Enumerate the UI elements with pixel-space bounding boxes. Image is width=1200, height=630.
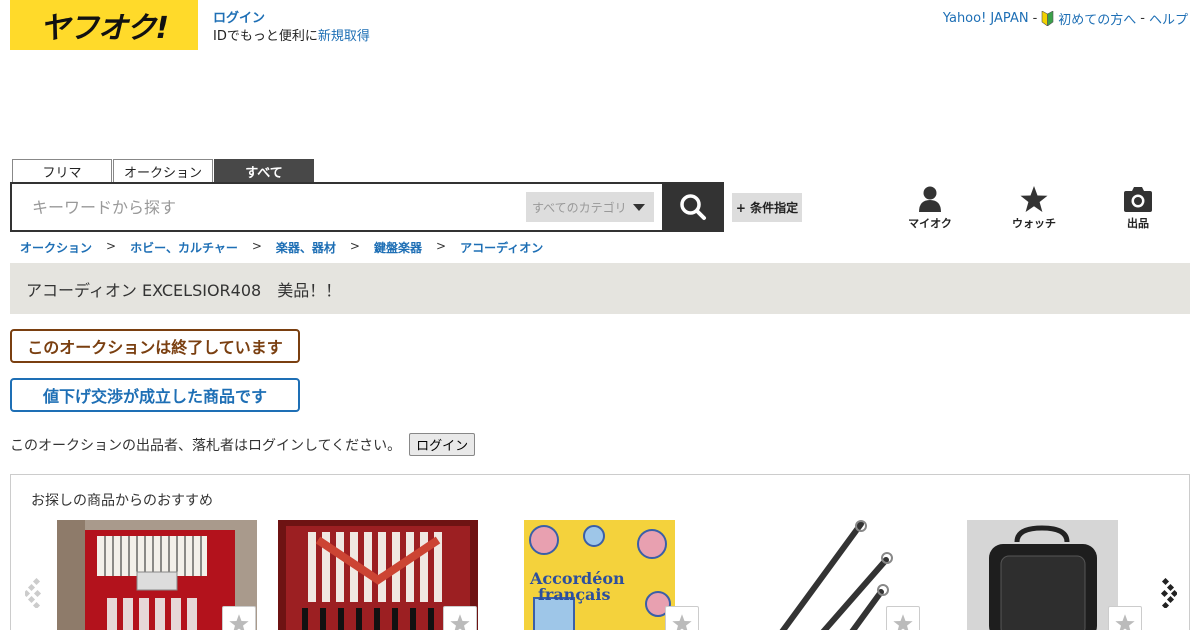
watch-link[interactable]: ウォッチ	[1004, 186, 1064, 231]
search-box: すべてのカテゴリ	[10, 182, 662, 232]
recommendation-item-5[interactable]	[967, 520, 1118, 630]
watch-button[interactable]	[665, 606, 699, 630]
item-title-bar: アコーディオン EXCELSIOR408 美品！！	[10, 263, 1190, 314]
tab-all[interactable]: すべて	[214, 159, 314, 183]
yahoo-japan-link[interactable]: Yahoo! JAPAN	[943, 11, 1029, 26]
yafuoku-logo[interactable]: ヤフオク!	[10, 0, 198, 50]
book-title-line2: français	[538, 585, 611, 604]
accordion-bag-image	[967, 520, 1118, 630]
carousel-prev-icon[interactable]	[25, 578, 47, 608]
my-auction-label: マイオク	[908, 217, 952, 230]
beginner-mark-icon	[1041, 10, 1054, 27]
breadcrumb-instruments[interactable]: 楽器、器材	[276, 239, 336, 256]
breadcrumb-hobby[interactable]: ホビー、カルチャー	[130, 239, 238, 256]
camera-icon	[1124, 187, 1152, 212]
help-link[interactable]: ヘルプ	[1149, 9, 1188, 28]
tab-auction[interactable]: オークション	[113, 159, 213, 183]
chevron-down-icon	[632, 203, 645, 211]
search-icon	[680, 194, 706, 220]
recommendations-title: お探しの商品からのおすすめ	[31, 493, 213, 509]
breadcrumb-separator: >	[106, 239, 117, 253]
login-box: ログイン IDでもっと便利に新規取得	[213, 10, 370, 46]
login-note-text: このオークションの出品者、落札者はログインしてください。	[10, 437, 402, 454]
nav-separator: -	[1140, 11, 1145, 26]
breadcrumb-accordion[interactable]: アコーディオン	[460, 239, 543, 256]
search-button[interactable]	[662, 182, 724, 232]
nav-separator: -	[1032, 11, 1038, 26]
carousel-next-icon[interactable]	[1155, 578, 1177, 608]
breadcrumb-keyboard[interactable]: 鍵盤楽器	[374, 239, 422, 256]
item-title: アコーディオン EXCELSIOR408 美品！！	[26, 280, 342, 300]
tab-flea-market[interactable]: フリマ	[12, 159, 112, 183]
seller-login-note: このオークションの出品者、落札者はログインしてください。 ログイン	[10, 433, 476, 456]
login-button[interactable]: ログイン	[409, 433, 476, 456]
beginners-link[interactable]: 初めての方へ	[1058, 9, 1136, 28]
search-tabs: フリマ オークション すべて	[12, 159, 314, 183]
recommendation-item-3[interactable]: Accordéon français	[524, 520, 675, 630]
condition-button[interactable]: + 条件指定	[732, 193, 802, 222]
star-icon	[1115, 613, 1135, 630]
watch-label: ウォッチ	[1012, 217, 1056, 230]
watch-button[interactable]	[886, 606, 920, 630]
recommendations-panel: お探しの商品からのおすすめ Accordéon français	[10, 474, 1190, 630]
star-icon	[1020, 186, 1048, 212]
star-icon	[893, 613, 913, 630]
breadcrumb-separator: >	[251, 239, 262, 253]
search-input[interactable]	[32, 197, 512, 217]
category-select[interactable]: すべてのカテゴリ	[526, 192, 654, 222]
login-prompt-text: IDでもっと便利に	[213, 29, 318, 44]
category-select-label: すべてのカテゴリ	[532, 200, 627, 215]
auction-ended-badge: このオークションは終了しています	[10, 329, 300, 363]
breadcrumb-separator: >	[349, 239, 360, 253]
star-icon	[672, 613, 692, 630]
watch-button[interactable]	[222, 606, 256, 630]
breadcrumb-separator: >	[436, 239, 447, 253]
top-nav: Yahoo! JAPAN - 初めての方へ - ヘルプ	[943, 9, 1188, 28]
breadcrumb: オークション > ホビー、カルチャー > 楽器、器材 > 鍵盤楽器 > アコーディオン	[20, 239, 543, 256]
negotiation-badge: 値下げ交渉が成立した商品です	[10, 378, 300, 412]
my-auction-link[interactable]: マイオク	[900, 186, 960, 231]
star-icon	[450, 613, 470, 630]
logo-text: ヤフオク!	[39, 11, 169, 46]
watch-button[interactable]	[443, 606, 477, 630]
sell-link[interactable]: 出品	[1108, 186, 1168, 231]
watch-button[interactable]	[1108, 606, 1142, 630]
breadcrumb-auction[interactable]: オークション	[20, 239, 92, 256]
accordeon-francais-book-image: Accordéon français	[524, 520, 675, 630]
login-link[interactable]: ログイン	[213, 11, 265, 26]
sell-label: 出品	[1127, 217, 1149, 230]
search-bar: すべてのカテゴリ	[10, 182, 724, 232]
star-icon	[229, 613, 249, 630]
user-icon	[919, 186, 941, 212]
register-link[interactable]: 新規取得	[318, 29, 370, 44]
